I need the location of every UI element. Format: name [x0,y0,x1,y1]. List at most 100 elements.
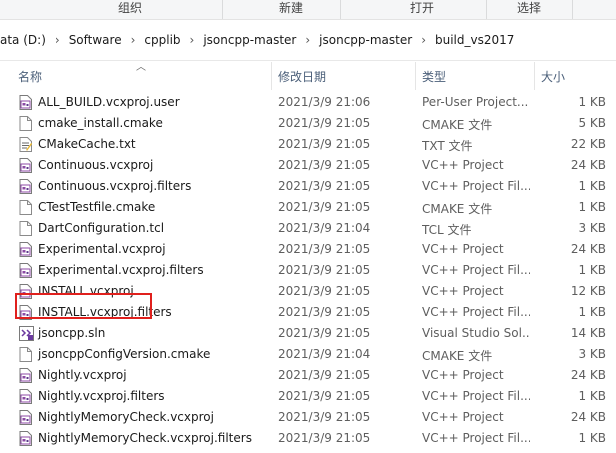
file-date-modified: 2021/3/9 21:05 [278,137,371,151]
breadcrumb-drive[interactable]: ata (D:) [0,33,46,47]
file-icon [19,116,32,131]
column-header-size[interactable]: 大小 [541,68,565,85]
chevron-right-icon[interactable]: › [190,33,195,47]
file-name: Experimental.vcxproj [38,242,166,256]
file-date-modified: 2021/3/9 21:05 [278,389,371,403]
file-date-modified: 2021/3/9 21:05 [278,326,371,340]
chevron-right-icon[interactable]: › [305,33,310,47]
breadcrumb-jsoncpp-master[interactable]: jsoncpp-master [203,33,296,47]
file-name: Continuous.vcxproj.filters [38,179,192,193]
address-bar[interactable]: ata (D:) › Software › cpplib › jsoncpp-master ›… [0,20,616,61]
breadcrumb-build-vs2017[interactable]: build_vs2017 [435,33,514,47]
ribbon-organize-label: 组织 [118,1,143,15]
breadcrumb-software[interactable]: Software [69,33,122,47]
file-size: 5 KB [578,116,606,130]
column-divider[interactable] [271,62,272,90]
file-type: TXT 文件 [422,139,473,153]
breadcrumb-cpplib[interactable]: cpplib [144,33,180,47]
file-date-modified: 2021/3/9 21:04 [278,347,371,361]
file-type: VC++ Project Fil... [422,431,530,445]
file-name: NightlyMemoryCheck.vcxproj.filters [38,431,252,445]
file-row[interactable]: jsoncpp.sln 2021/3/9 21:05 Visual Studio S… [0,323,616,344]
file-type: CMAKE 文件 [422,202,493,216]
file-type: VC++ Project [422,410,504,424]
file-size: 3 KB [578,347,606,361]
file-date-modified: 2021/3/9 21:05 [278,242,371,256]
file-row[interactable]: Continuous.vcxproj.filters 2021/3/9 21:05… [0,176,616,197]
file-size: 22 KB [570,137,606,151]
file-list: ALL_BUILD.vcxproj.user 2021/3/9 21:06 Per-… [0,92,616,449]
ribbon-new-label: 新建 [279,1,304,15]
sort-ascending-icon: ︿ [136,62,146,73]
vcxproj-icon [19,389,32,404]
file-size: 12 KB [570,284,606,298]
file-row[interactable]: NightlyMemoryCheck.vcxproj.filters 2021/3… [0,428,616,449]
file-row[interactable]: NightlyMemoryCheck.vcxproj 2021/3/9 21:05… [0,407,616,428]
file-row[interactable]: Continuous.vcxproj 2021/3/9 21:05 VC++ Pro… [0,155,616,176]
file-row[interactable]: jsoncppConfigVersion.cmake 2021/3/9 21:04… [0,344,616,365]
file-row[interactable]: DartConfiguration.tcl 2021/3/9 21:04 TCL 文… [0,218,616,239]
file-icon [19,200,32,215]
chevron-right-icon[interactable]: › [131,33,136,47]
file-name: jsoncppConfigVersion.cmake [38,347,211,361]
file-name: CMakeCache.txt [38,137,136,151]
solution-icon [19,326,34,341]
file-type: VC++ Project Fil... [422,389,530,403]
vcxproj-icon [19,368,32,383]
file-row[interactable]: ALL_BUILD.vcxproj.user 2021/3/9 21:06 Per-… [0,92,616,113]
file-date-modified: 2021/3/9 21:04 [278,221,371,235]
column-divider[interactable] [534,62,535,90]
file-row[interactable]: Experimental.vcxproj.filters 2021/3/9 21:… [0,260,616,281]
chevron-right-icon[interactable]: › [55,33,60,47]
chevron-right-icon[interactable]: › [421,33,426,47]
column-header-type[interactable]: 类型 [422,68,446,85]
breadcrumb-jsoncpp-master-inner[interactable]: jsoncpp-master [319,33,412,47]
file-type: Per-User Project... [422,95,529,109]
file-row[interactable]: Experimental.vcxproj 2021/3/9 21:05 VC++ P… [0,239,616,260]
file-name: Continuous.vcxproj [38,158,154,172]
file-type: CMAKE 文件 [422,118,493,132]
file-size: 1 KB [578,305,606,319]
file-type: VC++ Project [422,242,504,256]
file-row[interactable]: CTestTestfile.cmake 2021/3/9 21:05 CMAKE 文… [0,197,616,218]
file-name: Nightly.vcxproj.filters [38,389,165,403]
file-size: 24 KB [570,368,606,382]
file-size: 24 KB [570,242,606,256]
file-type: VC++ Project [422,284,504,298]
file-icon [19,221,32,236]
user-project-icon [19,95,32,110]
breadcrumb[interactable]: ata (D:) › Software › cpplib › jsoncpp-master ›… [0,33,514,47]
column-header-date[interactable]: 修改日期 [278,68,326,85]
ribbon-divider [486,0,487,19]
file-date-modified: 2021/3/9 21:05 [278,284,371,298]
file-name: ALL_BUILD.vcxproj.user [38,95,180,109]
file-name: jsoncpp.sln [38,326,106,340]
file-name: Experimental.vcxproj.filters [38,263,204,277]
file-size: 14 KB [570,326,606,340]
ribbon-divider [222,0,223,19]
file-size: 1 KB [578,179,606,193]
column-header-name[interactable]: 名称 [18,68,42,85]
ribbon-select-label: 选择 [517,1,542,15]
file-row[interactable]: CMakeCache.txt 2021/3/9 21:05 TXT 文件 22 KB [0,134,616,155]
file-type: CMAKE 文件 [422,349,493,363]
ribbon-group-labels: 组织 新建 打开 选择 [0,0,616,20]
ribbon-open-label: 打开 [410,1,435,15]
file-row[interactable]: Nightly.vcxproj.filters 2021/3/9 21:05 VC+… [0,386,616,407]
column-divider[interactable] [415,62,416,90]
file-row[interactable]: cmake_install.cmake 2021/3/9 21:05 CMAKE 文… [0,113,616,134]
file-name: CTestTestfile.cmake [38,200,156,214]
vcxproj-icon [19,410,32,425]
file-name: DartConfiguration.tcl [38,221,165,235]
file-type: VC++ Project Fil... [422,305,530,319]
highlight-box [15,293,152,319]
file-date-modified: 2021/3/9 21:05 [278,305,371,319]
ribbon-divider [340,0,341,19]
file-date-modified: 2021/3/9 21:05 [278,368,371,382]
file-size: 1 KB [578,389,606,403]
file-row[interactable]: Nightly.vcxproj 2021/3/9 21:05 VC++ Projec… [0,365,616,386]
file-name: Nightly.vcxproj [38,368,127,382]
file-size: 1 KB [578,200,606,214]
vcxproj-icon [19,179,32,194]
file-size: 1 KB [578,95,606,109]
